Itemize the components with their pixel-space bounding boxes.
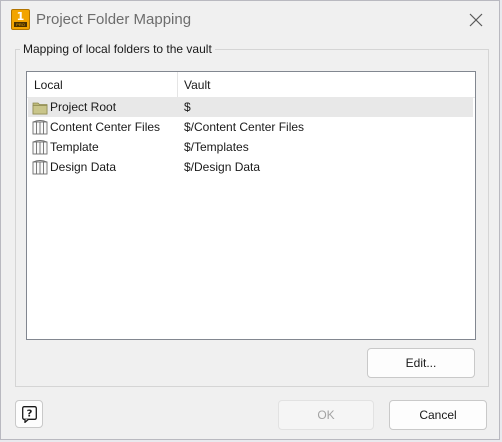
svg-text:?: ? — [27, 409, 33, 420]
row-local: Design Data — [50, 160, 117, 174]
row-vault: $ — [184, 100, 191, 114]
app-icon-badge: PRO — [14, 22, 27, 27]
list-row-content-center-files[interactable]: Content Center Files $/Content Center Fi… — [28, 117, 473, 137]
ok-button[interactable]: OK — [278, 400, 374, 430]
edit-button[interactable]: Edit... — [367, 348, 475, 378]
title-bar: 1 PRO Project Folder Mapping — [1, 1, 499, 39]
library-icon — [32, 160, 48, 175]
close-icon — [469, 13, 483, 27]
close-button[interactable] — [461, 7, 491, 33]
help-icon: ? — [22, 406, 37, 423]
list-row-project-root[interactable]: Project Root $ — [28, 97, 473, 117]
column-header-vault[interactable]: Vault — [184, 78, 210, 92]
inventor-pro-app-icon: 1 PRO — [11, 9, 30, 30]
column-header-local[interactable]: Local — [34, 78, 63, 92]
row-vault: $/Templates — [184, 140, 249, 154]
list-row-design-data[interactable]: Design Data $/Design Data — [28, 157, 473, 177]
list-row-template[interactable]: Template $/Templates — [28, 137, 473, 157]
row-vault: $/Content Center Files — [184, 120, 305, 134]
row-vault: $/Design Data — [184, 160, 261, 174]
window-title: Project Folder Mapping — [36, 11, 192, 28]
row-local: Project Root — [50, 100, 117, 114]
library-icon — [32, 140, 48, 155]
folder-icon — [32, 102, 48, 115]
row-local: Template — [50, 140, 99, 154]
project-folder-mapping-dialog: 1 PRO Project Folder Mapping Mapping of … — [0, 0, 500, 440]
folder-mapping-list[interactable]: Local Vault Project Root $ Content Cente… — [26, 71, 476, 340]
mapping-group-label: Mapping of local folders to the vault — [20, 42, 215, 56]
cancel-button[interactable]: Cancel — [389, 400, 487, 430]
column-divider[interactable] — [177, 72, 178, 97]
help-button[interactable]: ? — [15, 400, 43, 428]
list-header: Local Vault — [27, 72, 475, 98]
library-icon — [32, 120, 48, 135]
row-local: Content Center Files — [50, 120, 161, 134]
